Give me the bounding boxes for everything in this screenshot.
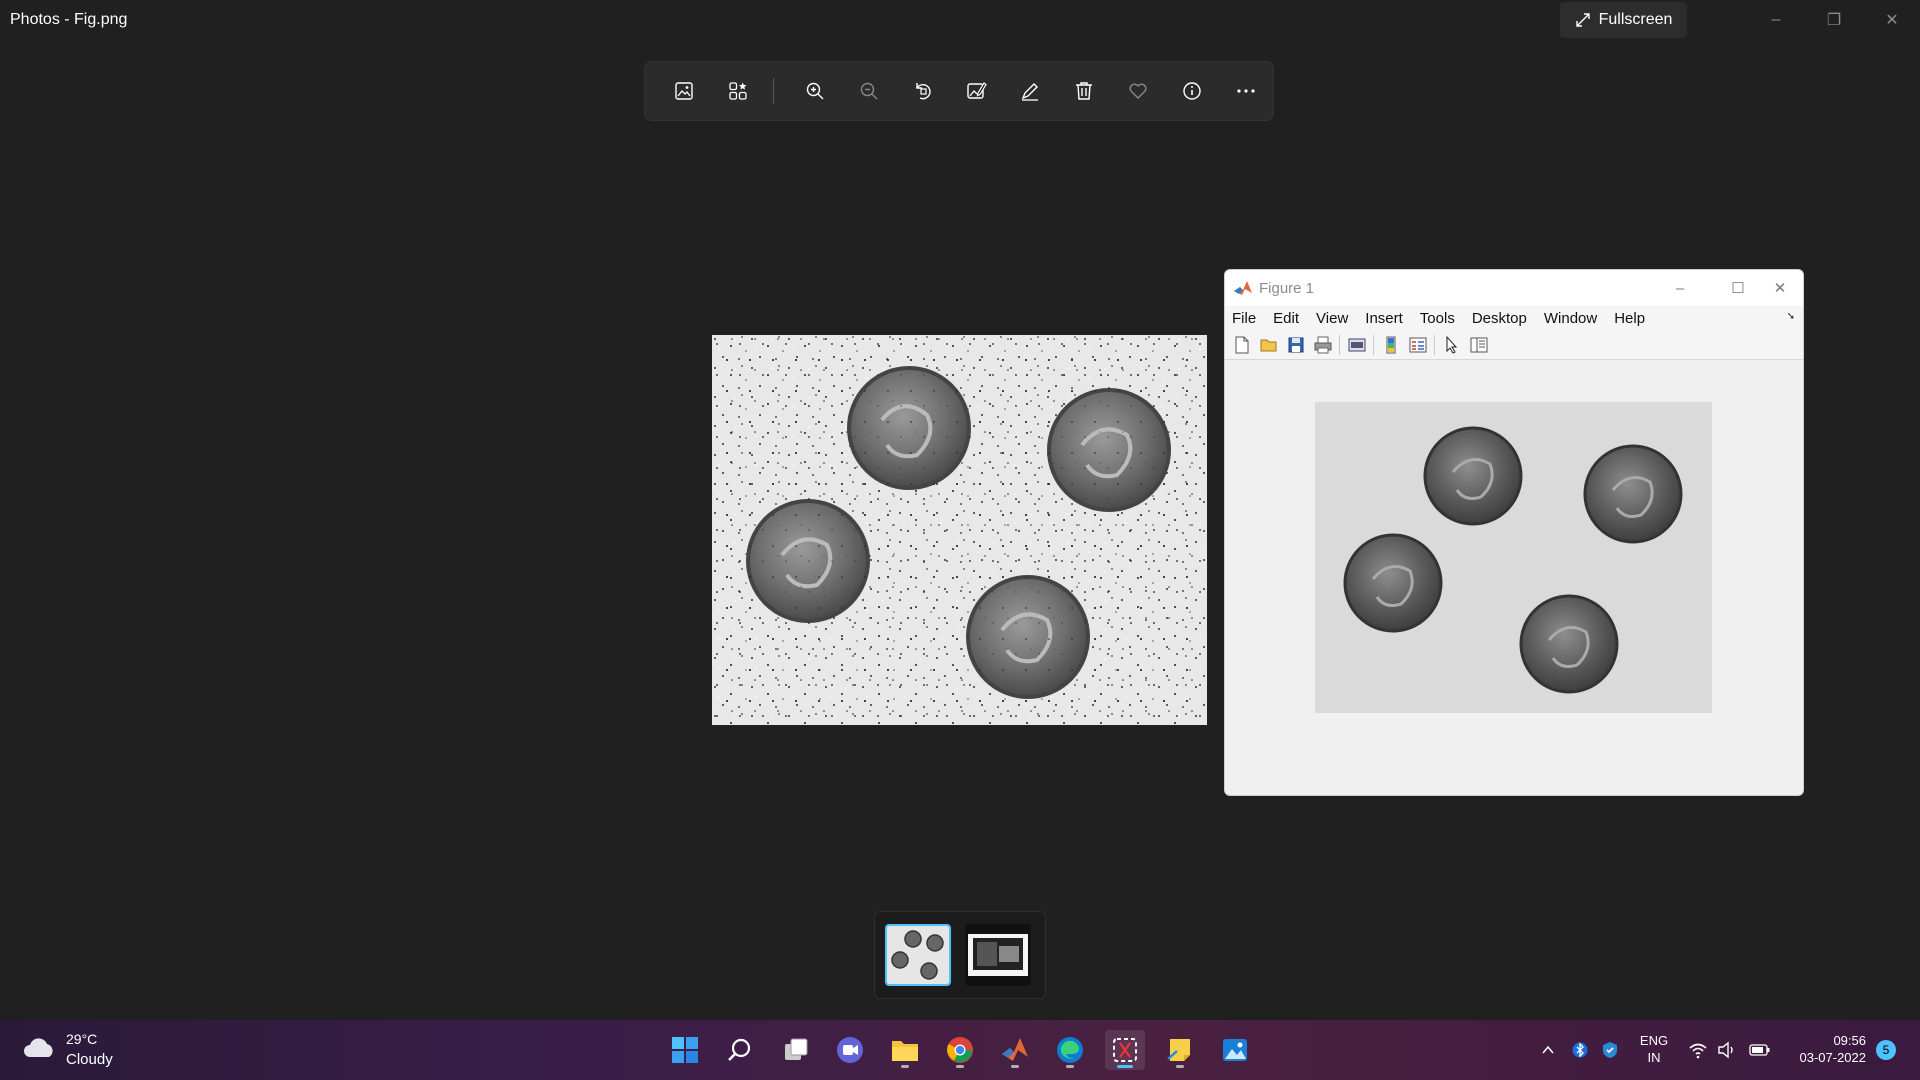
close-button[interactable]: ✕ (1864, 0, 1920, 40)
thumbnail-figure[interactable] (965, 924, 1031, 986)
teams-chat-icon[interactable] (830, 1030, 870, 1070)
running-indicator (1011, 1065, 1019, 1068)
menu-edit[interactable]: Edit (1273, 310, 1299, 327)
volume-icon[interactable] (1715, 1038, 1739, 1062)
running-indicator (901, 1065, 909, 1068)
insert-legend-icon[interactable] (1404, 333, 1431, 357)
language-code: ENG (1639, 1033, 1669, 1048)
file-explorer-icon[interactable] (885, 1030, 925, 1070)
coin (1343, 533, 1443, 633)
figure-image-axes (1315, 402, 1712, 713)
coin (1519, 594, 1619, 694)
figure-minimize-button[interactable]: – (1657, 272, 1703, 304)
toolbar-separator (1373, 334, 1374, 355)
battery-icon[interactable] (1748, 1038, 1772, 1062)
menu-help[interactable]: Help (1614, 310, 1645, 327)
save-icon[interactable] (1282, 333, 1309, 357)
show-hidden-icons-chevron-up-icon[interactable] (1536, 1038, 1560, 1062)
search-icon[interactable] (720, 1030, 760, 1070)
figure-close-button[interactable]: ✕ (1757, 272, 1803, 304)
fullscreen-button[interactable]: Fullscreen (1560, 2, 1687, 38)
menu-view[interactable]: View (1316, 310, 1348, 327)
toolbar-separator (1434, 334, 1435, 355)
running-indicator (956, 1065, 964, 1068)
favorite-icon[interactable] (1111, 69, 1165, 113)
region-code: IN (1647, 1050, 1661, 1065)
menu-insert[interactable]: Insert (1365, 310, 1403, 327)
image-icon[interactable] (657, 69, 711, 113)
thumbnail-figure-image (965, 924, 1031, 986)
minimize-button[interactable]: – (1748, 0, 1804, 40)
delete-icon[interactable] (1057, 69, 1111, 113)
thumbnail-coins-image (887, 926, 949, 984)
new-figure-icon[interactable] (1228, 333, 1255, 357)
insert-colorbar-icon[interactable] (1377, 333, 1404, 357)
task-view-icon[interactable] (776, 1030, 816, 1070)
edit-image-icon[interactable] (950, 69, 1004, 113)
expand-icon (1575, 13, 1590, 27)
menu-file[interactable]: File (1232, 310, 1256, 327)
link-plot-icon[interactable] (1343, 333, 1370, 357)
input-language[interactable]: ENG IN (1637, 1032, 1671, 1066)
taskbar: 29°C Cloudy ENG IN 09:56 03-07-2022 5 (0, 1020, 1920, 1080)
info-icon[interactable] (1165, 69, 1219, 113)
clock[interactable]: 09:56 03-07-2022 (1780, 1032, 1867, 1066)
gallery-icon[interactable] (711, 69, 765, 113)
toolbar-divider (772, 78, 774, 104)
coin (1583, 444, 1683, 544)
print-icon[interactable] (1309, 333, 1336, 357)
menu-tools[interactable]: Tools (1420, 310, 1455, 327)
app-title: Photos - Fig.png (10, 11, 128, 28)
security-shield-icon[interactable] (1598, 1038, 1622, 1062)
figure-title: Figure 1 (1259, 280, 1315, 297)
dock-figure-icon[interactable]: ➘ (1787, 311, 1795, 322)
photos-toolbar (644, 61, 1274, 121)
more-icon[interactable] (1219, 69, 1273, 113)
restore-button[interactable]: ❐ (1806, 0, 1862, 40)
open-file-icon[interactable] (1255, 333, 1282, 357)
toolbar-separator (1339, 334, 1340, 355)
coin (1423, 426, 1523, 526)
rotate-icon[interactable] (896, 69, 950, 113)
wifi-icon[interactable] (1686, 1038, 1710, 1062)
menu-desktop[interactable]: Desktop (1472, 310, 1527, 327)
running-indicator (1176, 1065, 1184, 1068)
clock-date: 03-07-2022 (1799, 1050, 1867, 1065)
sticky-notes-icon[interactable] (1160, 1030, 1200, 1070)
photos-icon[interactable] (1215, 1030, 1255, 1070)
figure-maximize-button[interactable]: ☐ (1715, 272, 1761, 304)
menu-window[interactable]: Window (1544, 310, 1597, 327)
snipping-tool-icon[interactable] (1105, 1030, 1145, 1070)
clock-time: 09:56 (1833, 1033, 1866, 1048)
figure-window: Figure 1 – ☐ ✕ File Edit View Insert Too… (1224, 269, 1804, 796)
weather-description[interactable]: Cloudy (66, 1051, 113, 1068)
edge-icon[interactable] (1050, 1030, 1090, 1070)
running-indicator (1066, 1065, 1074, 1068)
figure-menu-bar: File Edit View Insert Tools Desktop Wind… (1225, 306, 1803, 330)
fullscreen-label: Fullscreen (1598, 11, 1673, 28)
active-indicator (1117, 1065, 1133, 1068)
bluetooth-icon[interactable] (1568, 1038, 1592, 1062)
title-bar: Photos - Fig.png Fullscreen – ❐ ✕ (0, 0, 1920, 40)
start-icon[interactable] (665, 1030, 705, 1070)
filmstrip (874, 911, 1046, 999)
matlab-logo-icon (1234, 281, 1252, 295)
property-inspector-icon[interactable] (1465, 333, 1492, 357)
figure-toolbar (1225, 330, 1803, 360)
chrome-icon[interactable] (940, 1030, 980, 1070)
zoom-in-icon[interactable] (788, 69, 842, 113)
zoom-out-icon[interactable] (842, 69, 896, 113)
thumbnail-coins[interactable] (885, 924, 951, 986)
main-photo (712, 335, 1207, 725)
weather-temperature[interactable]: 29°C (66, 1031, 97, 1047)
cloudy-weather-icon[interactable] (22, 1035, 56, 1061)
matlab-icon[interactable] (995, 1030, 1035, 1070)
figure-title-bar: Figure 1 – ☐ ✕ (1225, 270, 1803, 306)
edit-plot-cursor-icon[interactable] (1438, 333, 1465, 357)
notification-badge[interactable]: 5 (1876, 1040, 1896, 1060)
draw-icon[interactable] (1003, 69, 1057, 113)
